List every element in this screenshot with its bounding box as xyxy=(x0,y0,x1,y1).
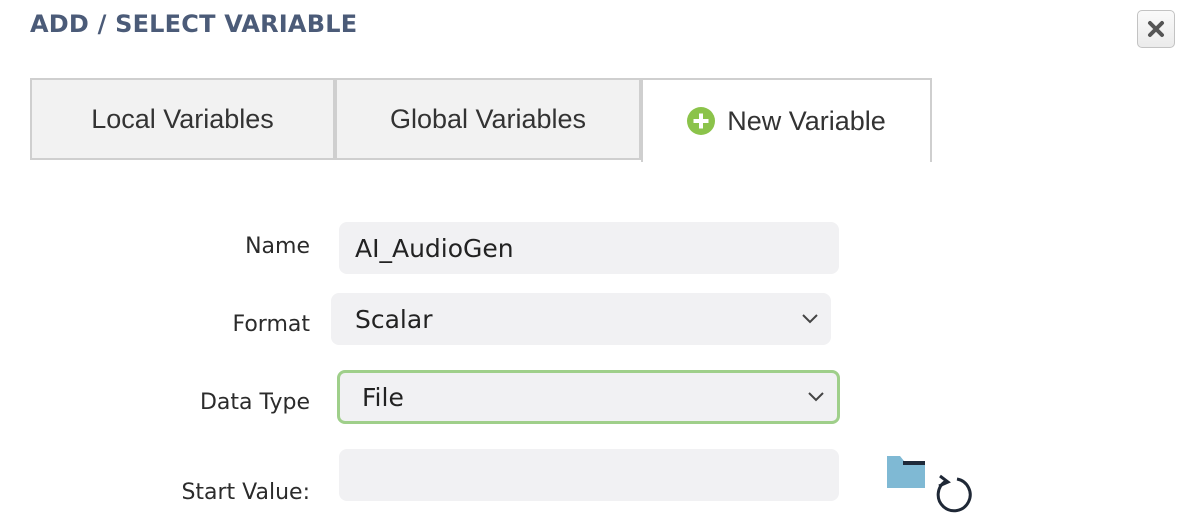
tab-label: Global Variables xyxy=(389,103,587,134)
tab-local-variables[interactable]: Local Variables xyxy=(30,78,335,160)
tab-bar: Local Variables Global Variables New Var… xyxy=(30,78,932,162)
name-label: Name xyxy=(245,234,310,259)
name-field[interactable] xyxy=(339,222,839,274)
refresh-icon[interactable] xyxy=(932,473,974,515)
tab-global-variables[interactable]: Global Variables xyxy=(335,78,641,160)
data-type-label: Data Type xyxy=(199,390,310,415)
format-label: Format xyxy=(232,312,310,337)
tab-new-variable[interactable]: New Variable xyxy=(641,78,932,162)
start-value-field[interactable] xyxy=(339,449,839,501)
chevron-down-icon xyxy=(808,392,824,402)
start-value-input[interactable] xyxy=(355,460,839,490)
plus-circle-icon xyxy=(687,107,716,135)
name-input[interactable] xyxy=(355,233,839,263)
start-value-label: Start Value: xyxy=(181,480,310,505)
chevron-down-icon xyxy=(802,314,818,324)
data-type-select[interactable]: File xyxy=(337,370,840,424)
tab-label: Local Variables xyxy=(91,103,274,134)
tab-label: New Variable xyxy=(727,105,886,136)
format-selected-value: Scalar xyxy=(355,304,433,334)
folder-icon[interactable] xyxy=(886,455,926,489)
dialog-title: ADD / SELECT VARIABLE xyxy=(30,10,358,38)
close-x-icon xyxy=(1148,21,1164,37)
close-button[interactable] xyxy=(1137,10,1175,48)
data-type-selected-value: File xyxy=(362,382,404,412)
format-select[interactable]: Scalar xyxy=(331,293,831,345)
